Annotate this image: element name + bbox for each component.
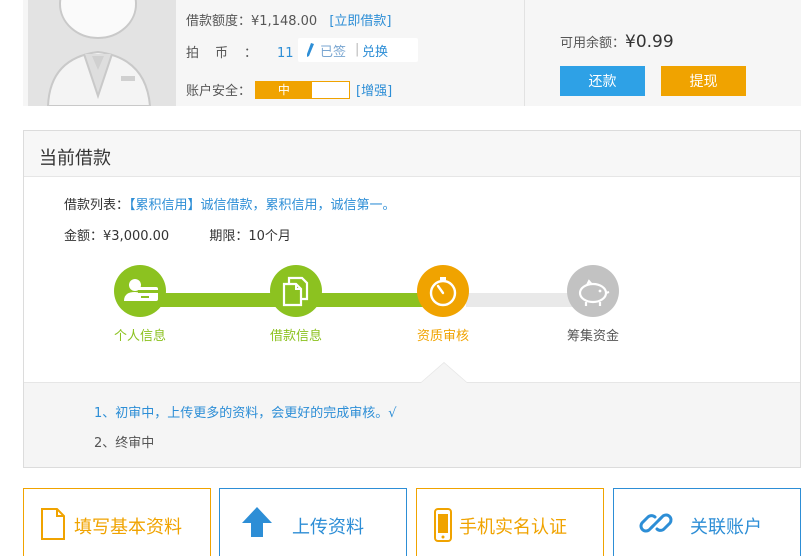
step-label: 筹集资金 <box>566 329 619 344</box>
loan-list-link[interactable]: 【累积信用】诚信借款，累积信用，诚信第一。 <box>129 198 396 213</box>
loan-amount-row: 金额：¥3,000.00 期限：10个月 <box>64 225 291 244</box>
notes-pointer <box>420 362 468 383</box>
account-summary-panel: 借款额度：¥1,148.00 [立即借款] 拍币： 11 已签 | 兑换 账户安全… <box>23 0 801 106</box>
repay-button[interactable]: 还款 <box>560 66 645 96</box>
exchange-link[interactable]: 兑换 <box>362 41 388 60</box>
borrow-now-link[interactable]: 立即借款 <box>334 14 386 29</box>
piggy-bank-icon <box>578 279 610 306</box>
separator: | <box>355 42 360 57</box>
current-loan-panel: 当前借款 借款列表：【累积信用】诚信借款，累积信用，诚信第一。 金额：¥3,00… <box>23 130 801 468</box>
account-info: 借款额度：¥1,148.00 [立即借款] 拍币： 11 已签 | 兑换 账户安全… <box>186 0 511 106</box>
step-personal-info: 个人信息 <box>100 265 180 344</box>
step-fundraising: 筹集资金 <box>553 265 633 344</box>
loan-list-label: 借款列表： <box>64 198 130 213</box>
step-label: 借款信息 <box>269 329 322 344</box>
coins-label: 拍币： <box>186 46 274 61</box>
balance-value: ¥0.99 <box>625 32 674 52</box>
step-circle <box>417 265 469 317</box>
review-notes: 1、初审中，上传更多的资料，会更好的完成审核。√ 2、终审中 <box>24 362 800 467</box>
step-circle <box>567 265 619 317</box>
step-circle <box>114 265 166 317</box>
phone-verification-card[interactable]: 手机实名认证 <box>416 488 604 556</box>
note-initial-review: 1、初审中，上传更多的资料，会更好的完成审核。√ <box>94 406 397 421</box>
panel-divider <box>524 0 525 106</box>
default-avatar-icon <box>28 0 176 106</box>
sign-in-box: 已签 | 兑换 <box>298 38 418 62</box>
card-label: 手机实名认证 <box>459 517 567 538</box>
step-label: 资质审核 <box>416 329 469 344</box>
mobile-phone-icon <box>434 508 452 542</box>
coins-row: 拍币： 11 已签 | 兑换 <box>186 38 446 62</box>
withdraw-button[interactable]: 提现 <box>661 66 746 96</box>
loan-list-row: 借款列表：【累积信用】诚信借款，累积信用，诚信第一。 <box>64 194 396 213</box>
amount-label: 金额： <box>64 229 104 244</box>
avatar <box>28 0 176 106</box>
link-icon <box>639 513 673 533</box>
balance-label: 可用余额： <box>560 36 626 51</box>
note-final-review: 2、终审中 <box>94 436 155 451</box>
borrow-now-bracket-close: ] <box>386 14 392 29</box>
step-label: 个人信息 <box>113 329 166 344</box>
fill-basic-info-card[interactable]: 填写基本资料 <box>23 488 211 556</box>
term-label: 期限： <box>209 229 249 244</box>
step-qualification-review: 资质审核 <box>403 265 483 344</box>
loan-title: 当前借款 <box>39 148 111 169</box>
card-label: 填写基本资料 <box>74 517 182 538</box>
step-loan-info: 借款信息 <box>256 265 336 344</box>
loan-progress-steps: 个人信息 借款信息 资质审核 筹集资金 <box>24 261 800 351</box>
amount-value: ¥3,000.00 <box>103 229 170 244</box>
security-level-bar: 中 <box>255 80 351 99</box>
upload-arrow-icon <box>242 507 272 537</box>
id-card-icon <box>124 279 158 301</box>
security-label: 账户安全： <box>186 84 252 99</box>
pen-icon <box>307 43 314 57</box>
documents-icon <box>282 276 309 307</box>
enhance-security-link[interactable]: [增强] <box>356 84 392 99</box>
coins-value: 11 <box>277 46 294 61</box>
available-balance: 可用余额：¥0.99 <box>560 32 674 52</box>
loan-header: 当前借款 <box>24 131 800 177</box>
term-value: 10个月 <box>248 229 291 244</box>
signed-label: 已签 <box>320 45 347 60</box>
loan-quota-label: 借款额度： <box>186 14 252 29</box>
card-label: 关联账户 <box>690 517 762 538</box>
linked-accounts-card[interactable]: 关联账户 <box>613 488 801 556</box>
upload-documents-card[interactable]: 上传资料 <box>219 488 407 556</box>
loan-quota-value: ¥1,148.00 <box>251 14 318 29</box>
card-label: 上传资料 <box>292 517 364 538</box>
loan-quota-row: 借款额度：¥1,148.00 [立即借款] <box>186 10 392 29</box>
security-row: 账户安全： 中 [增强] <box>186 80 392 101</box>
security-level-fill: 中 <box>256 81 312 98</box>
step-circle <box>270 265 322 317</box>
stopwatch-icon <box>429 277 457 307</box>
document-icon <box>41 508 65 540</box>
